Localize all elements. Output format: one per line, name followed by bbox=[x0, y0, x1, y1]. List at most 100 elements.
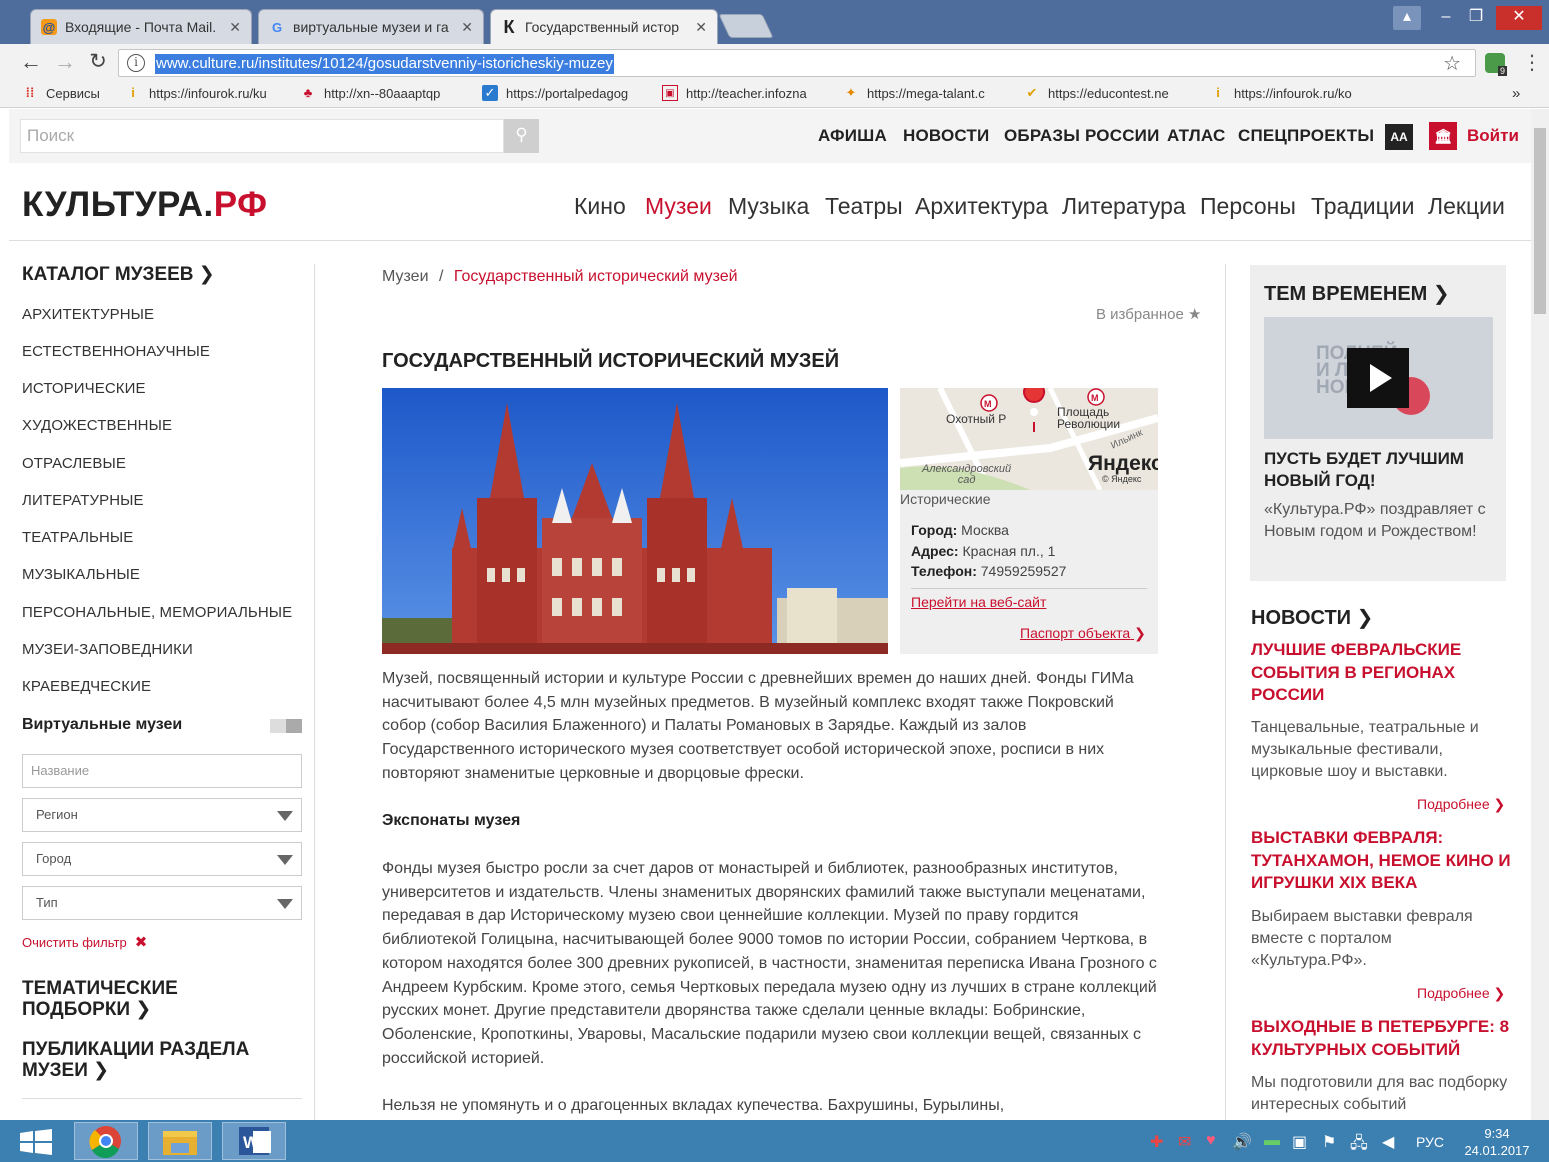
location-map[interactable]: M M Охотный Р Площадь Революции Ильинк А… bbox=[900, 388, 1158, 490]
taskbar-explorer[interactable] bbox=[148, 1122, 212, 1160]
name-filter-input[interactable]: Название bbox=[22, 754, 302, 788]
category-architecture[interactable]: АРХИТЕКТУРНЫЕ bbox=[22, 306, 154, 323]
nav-lectures[interactable]: Лекции bbox=[1428, 193, 1505, 220]
close-tab-icon[interactable]: ✕ bbox=[229, 19, 241, 36]
category-literary[interactable]: ЛИТЕРАТУРНЫЕ bbox=[22, 492, 144, 509]
address-bar[interactable]: i www.culture.ru/institutes/10124/gosuda… bbox=[118, 49, 1476, 77]
bookmark-infourok-2[interactable]: i https://infourok.ru/ko bbox=[1210, 85, 1352, 101]
flag-icon[interactable]: ⚑ bbox=[1322, 1132, 1336, 1152]
bookmark-xn[interactable]: ♣ http://xn--80aaaptqp bbox=[300, 85, 441, 101]
category-memorial[interactable]: ПЕРСОНАЛЬНЫЕ, МЕМОРИАЛЬНЫЕ bbox=[22, 604, 292, 621]
news-more-link[interactable]: Подробнее ❯ bbox=[1417, 985, 1505, 1002]
nav-architecture[interactable]: Архитектура bbox=[915, 193, 1048, 220]
tab-google[interactable]: G виртуальные музеи и га ✕ bbox=[258, 9, 484, 44]
url-text[interactable]: www.culture.ru/institutes/10124/gosudars… bbox=[155, 54, 614, 74]
nav-museums[interactable]: Музеи bbox=[645, 193, 712, 220]
category-historical[interactable]: ИСТОРИЧЕСКИЕ bbox=[22, 380, 146, 397]
website-link[interactable]: Перейти на веб-сайт bbox=[911, 594, 1046, 610]
info-icon[interactable]: i bbox=[127, 54, 145, 72]
category-theatrical[interactable]: ТЕАТРАЛЬНЫЕ bbox=[22, 529, 133, 546]
maximize-button[interactable]: ❐ bbox=[1463, 6, 1489, 30]
city-select[interactable]: Город bbox=[22, 842, 302, 876]
scrollbar-thumb[interactable] bbox=[1534, 128, 1546, 314]
menu-icon[interactable]: ⋮ bbox=[1522, 50, 1542, 75]
bookmark-infourok-1[interactable]: i https://infourok.ru/ku bbox=[125, 85, 267, 101]
topnav-afisha[interactable]: АФИША bbox=[818, 126, 887, 146]
close-tab-icon[interactable]: ✕ bbox=[695, 19, 707, 36]
news-heading[interactable]: НОВОСТИ ❯ bbox=[1251, 605, 1373, 630]
nav-persons[interactable]: Персоны bbox=[1200, 193, 1296, 220]
bookmark-educontest[interactable]: ✔ https://educontest.ne bbox=[1024, 85, 1169, 101]
nav-literature[interactable]: Литература bbox=[1062, 193, 1186, 220]
extension-icon[interactable]: 9 bbox=[1485, 53, 1507, 76]
site-logo[interactable]: КУЛЬТУРА.РФ bbox=[22, 185, 268, 225]
bookmark-mega-talant[interactable]: ✦ https://mega-talant.c bbox=[843, 85, 985, 101]
breadcrumb-museums[interactable]: Музеи bbox=[382, 268, 429, 285]
font-size-button[interactable]: АА bbox=[1385, 124, 1413, 150]
network-manager-icon[interactable]: ▣ bbox=[1292, 1132, 1307, 1152]
clock[interactable]: 9:34 24.01.2017 bbox=[1462, 1125, 1532, 1159]
minimize-button[interactable]: – bbox=[1433, 6, 1459, 30]
promo-heading[interactable]: ТЕМ ВРЕМЕНЕМ ❯ bbox=[1264, 281, 1450, 306]
topnav-images[interactable]: ОБРАЗЫ РОССИИ bbox=[1004, 126, 1160, 146]
catalog-heading[interactable]: КАТАЛОГ МУЗЕЕВ ❯ bbox=[22, 263, 215, 286]
nav-kino[interactable]: Кино bbox=[574, 193, 626, 220]
section-publications-link[interactable]: ПУБЛИКАЦИИ РАЗДЕЛА МУЗЕИ ❯ bbox=[22, 1039, 249, 1081]
category-industry[interactable]: ОТРАСЛЕВЫЕ bbox=[22, 455, 126, 472]
more-bookmarks-button[interactable]: » bbox=[1512, 85, 1520, 102]
taskbar-word[interactable]: W bbox=[222, 1122, 286, 1160]
tab-kultura[interactable]: К Государственный истор ✕ bbox=[490, 9, 718, 44]
profile-icon[interactable]: ▴ bbox=[1393, 6, 1421, 30]
promo-video[interactable]: ПОЛНЕЙ И ЛУ НОВЫЙ bbox=[1264, 317, 1493, 439]
new-tab-button[interactable] bbox=[718, 14, 774, 38]
bookmark-services[interactable]: ⁞⁞ Сервисы bbox=[22, 85, 100, 101]
category-art[interactable]: ХУДОЖЕСТВЕННЫЕ bbox=[22, 417, 172, 434]
nav-traditions[interactable]: Традиции bbox=[1311, 193, 1414, 220]
topnav-news[interactable]: НОВОСТИ bbox=[903, 126, 989, 146]
promo-title[interactable]: ПУСТЬ БУДЕТ ЛУЧШИМ НОВЫЙ ГОД! bbox=[1264, 448, 1496, 492]
clear-filter-link[interactable]: Очистить фильтр ✖ bbox=[22, 933, 147, 951]
taskbar-chrome[interactable] bbox=[74, 1122, 138, 1160]
search-input[interactable]: Поиск bbox=[20, 119, 504, 153]
breadcrumb-current[interactable]: Государственный исторический музей bbox=[454, 268, 738, 285]
back-button[interactable]: ← bbox=[18, 50, 44, 76]
forward-button[interactable]: → bbox=[52, 50, 78, 76]
app-tray-icon[interactable]: ♥ bbox=[1206, 1132, 1216, 1150]
antivirus-icon[interactable]: ✚ bbox=[1150, 1132, 1163, 1152]
type-select[interactable]: Тип bbox=[22, 886, 302, 920]
virtual-museums-toggle[interactable] bbox=[270, 719, 302, 733]
nvidia-icon[interactable]: ▬ bbox=[1264, 1132, 1280, 1150]
speaker-icon[interactable]: 🔊 bbox=[1232, 1132, 1252, 1152]
news-item-title[interactable]: ВЫХОДНЫЕ В ПЕТЕРБУРГЕ: 8 КУЛЬТУРНЫХ СОБЫ… bbox=[1251, 1016, 1511, 1061]
bookmark-teacher[interactable]: ▣ http://teacher.infozna bbox=[662, 85, 807, 101]
volume-icon[interactable]: ◀ bbox=[1382, 1132, 1394, 1152]
news-more-link[interactable]: Подробнее ❯ bbox=[1417, 796, 1505, 813]
bookmark-star-icon[interactable]: ☆ bbox=[1443, 51, 1461, 76]
region-select[interactable]: Регион bbox=[22, 798, 302, 832]
reload-button[interactable]: ↻ bbox=[85, 50, 111, 76]
close-tab-icon[interactable]: ✕ bbox=[461, 19, 473, 36]
news-item-title[interactable]: ВЫСТАВКИ ФЕВРАЛЯ: ТУТАНХАМОН, НЕМОЕ КИНО… bbox=[1251, 827, 1511, 895]
tab-mail[interactable]: @ Входящие - Почта Mail. ✕ bbox=[30, 9, 252, 44]
close-window-button[interactable]: ✕ bbox=[1496, 6, 1542, 30]
search-button[interactable]: ⚲ bbox=[504, 119, 539, 153]
passport-link[interactable]: Паспорт объекта ❯ bbox=[1020, 625, 1146, 642]
nav-theatres[interactable]: Театры bbox=[825, 193, 903, 220]
login-button[interactable]: 🏛 Войти bbox=[1429, 122, 1519, 150]
start-button[interactable] bbox=[18, 1129, 54, 1155]
category-natural-science[interactable]: ЕСТЕСТВЕННОНАУЧНЫЕ bbox=[22, 343, 210, 360]
network-icon[interactable]: 🖧 bbox=[1350, 1132, 1368, 1159]
category-musical[interactable]: МУЗЫКАЛЬНЫЕ bbox=[22, 566, 140, 583]
nav-music[interactable]: Музыка bbox=[728, 193, 809, 220]
topnav-special[interactable]: СПЕЦПРОЕКТЫ bbox=[1238, 126, 1374, 146]
thematic-collections-link[interactable]: ТЕМАТИЧЕСКИЕ ПОДБОРКИ ❯ bbox=[22, 978, 178, 1020]
category-local-history[interactable]: КРАЕВЕДЧЕСКИЕ bbox=[22, 678, 151, 695]
mail-tray-icon[interactable]: ✉ bbox=[1178, 1132, 1191, 1152]
news-item-title[interactable]: ЛУЧШИЕ ФЕВРАЛЬСКИЕ СОБЫТИЯ В РЕГИОНАХ РО… bbox=[1251, 639, 1511, 707]
category-reserves[interactable]: МУЗЕИ-ЗАПОВЕДНИКИ bbox=[22, 641, 193, 658]
bookmark-portalpedagog[interactable]: ✓ https://portalpedagog bbox=[482, 85, 628, 101]
play-icon[interactable] bbox=[1347, 348, 1409, 408]
topnav-atlas[interactable]: АТЛАС bbox=[1167, 126, 1225, 146]
language-indicator[interactable]: РУС bbox=[1416, 1134, 1444, 1150]
add-to-favorites-button[interactable]: В избранное ★ bbox=[1096, 305, 1201, 323]
